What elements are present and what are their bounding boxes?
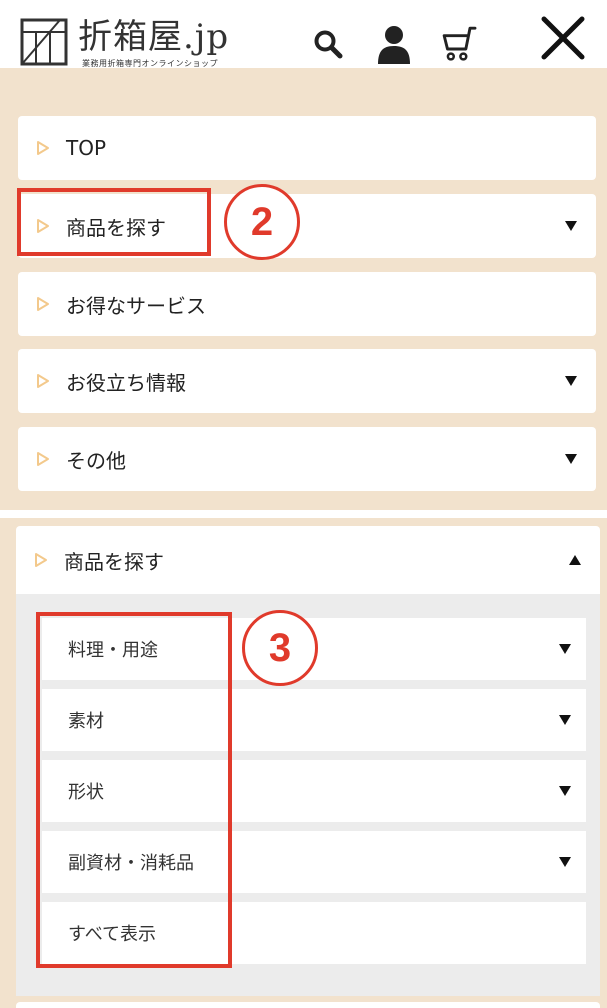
triangle-bullet-icon: [37, 219, 49, 233]
submenu-panel: 商品を探す 料理・用途 素材 形状 副資材・消耗品 すべて表示 3: [0, 518, 607, 1008]
triangle-bullet-icon: [37, 452, 49, 466]
caret-down-icon: [565, 454, 577, 464]
caret-down-icon: [559, 644, 571, 654]
close-menu-button[interactable]: [538, 12, 588, 64]
triangle-bullet-icon: [35, 553, 47, 567]
submenu-item-show-all[interactable]: すべて表示: [42, 902, 586, 964]
menu-item-label: お得なサービス: [66, 293, 206, 318]
user-icon: [378, 26, 410, 64]
account-button[interactable]: [374, 22, 414, 66]
search-button[interactable]: [308, 22, 348, 66]
menu-item-label: その他: [66, 448, 126, 473]
submenu-item-supplies[interactable]: 副資材・消耗品: [42, 831, 586, 893]
menu-item-other[interactable]: その他: [18, 427, 596, 491]
annotation-step-2: 2: [224, 184, 300, 260]
submenu-item-label: 素材: [68, 711, 104, 732]
cart-button[interactable]: [440, 22, 480, 66]
submenu-item-label: すべて表示: [68, 924, 157, 945]
site-logo[interactable]: 折箱屋.jp 業務用折箱専門オンラインショップ: [20, 16, 250, 68]
menu-item-label: TOP: [66, 136, 107, 160]
menu-item-useful-info[interactable]: お役立ち情報: [18, 349, 596, 413]
caret-up-icon: [569, 555, 581, 565]
next-menu-item-edge: [16, 1002, 600, 1008]
site-header: 折箱屋.jp 業務用折箱専門オンラインショップ: [0, 0, 607, 68]
menu-item-deals[interactable]: お得なサービス: [18, 272, 596, 336]
submenu-item-shape[interactable]: 形状: [42, 760, 586, 822]
submenu-header-products[interactable]: 商品を探す: [16, 526, 600, 594]
submenu-item-material[interactable]: 素材: [42, 689, 586, 751]
search-icon: [314, 30, 343, 59]
divider: [0, 510, 607, 518]
close-icon: [541, 16, 585, 60]
menu-item-top[interactable]: TOP: [18, 116, 596, 180]
cart-icon: [442, 26, 477, 61]
submenu-title: 商品を探す: [64, 549, 164, 574]
triangle-bullet-icon: [37, 141, 49, 155]
caret-down-icon: [565, 376, 577, 386]
menu-item-products[interactable]: 商品を探す: [18, 194, 596, 258]
menu-item-label: 商品を探す: [66, 215, 166, 240]
triangle-bullet-icon: [37, 374, 49, 388]
submenu-item-label: 副資材・消耗品: [68, 853, 194, 874]
annotation-step-3: 3: [242, 610, 318, 686]
triangle-bullet-icon: [37, 297, 49, 311]
caret-down-icon: [565, 221, 577, 231]
main-menu-panel: TOP 商品を探す お得なサービス お役立ち情報 その他 2: [0, 68, 607, 510]
caret-down-icon: [559, 786, 571, 796]
caret-down-icon: [559, 857, 571, 867]
submenu-item-label: 形状: [68, 782, 104, 803]
menu-item-label: お役立ち情報: [66, 370, 186, 395]
caret-down-icon: [559, 715, 571, 725]
logo-text: 折箱屋.jp: [78, 17, 230, 57]
submenu-item-label: 料理・用途: [68, 640, 158, 661]
logo-mark-icon: [20, 18, 68, 66]
